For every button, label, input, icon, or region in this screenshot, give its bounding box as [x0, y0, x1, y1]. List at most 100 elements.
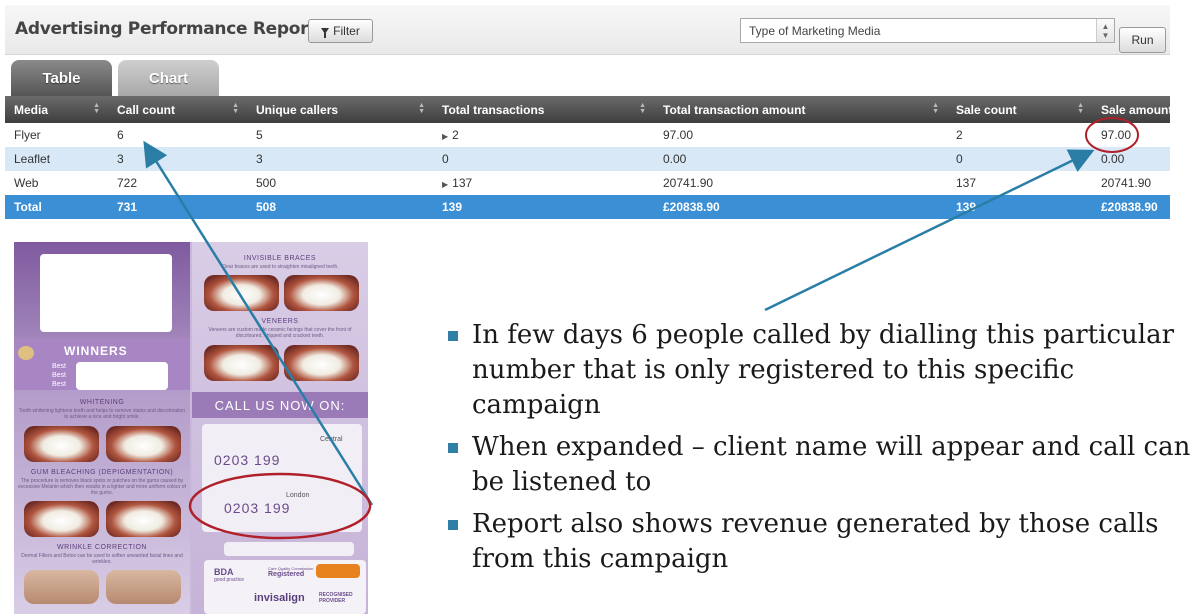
sort-icon: ▲ ▼ — [232, 102, 239, 115]
column-header-total-transaction-amount[interactable]: Total transaction amount ▲ ▼ — [654, 96, 947, 123]
tab-chart[interactable]: Chart — [118, 60, 219, 96]
table-row: Leaflet 3 3 0 0.00 0 0.00 — [5, 147, 1170, 171]
redacted-area — [224, 542, 354, 556]
column-header-unique-callers[interactable]: Unique callers ▲ ▼ — [247, 96, 433, 123]
report-table: Media ▲ ▼ Call count ▲ ▼ Unique callers ▲ ▼ To… — [5, 96, 1170, 219]
dropdown-arrow-icon[interactable]: ▲ ▼ — [1096, 19, 1114, 42]
filter-button-label: Filter — [333, 24, 360, 38]
gum-bleaching-text: The procedure is removes black spots or … — [18, 478, 186, 496]
bullet-square-icon — [448, 331, 458, 341]
location-label-london: London — [286, 492, 310, 499]
wrinkle-correction-label: WRINKLE CORRECTION — [57, 544, 147, 551]
teeth-photo-before — [204, 345, 279, 381]
cqc-logo: Care Quality Commission Registered — [268, 566, 314, 578]
cell-media: Leaflet — [5, 147, 108, 171]
note-bullet: In few days 6 people called by dialling … — [446, 318, 1191, 423]
cell-total-transaction-amount: 97.00 — [654, 123, 947, 147]
table-row: Web 722 500 ▶ 137 20741.90 137 20741.90 — [5, 171, 1170, 195]
report-toolbar: Advertising Performance Report Filter Ty… — [5, 5, 1170, 55]
invisible-braces-label: INVISIBLE BRACES — [243, 255, 317, 262]
cell-call-count-link[interactable]: 3 — [108, 147, 247, 171]
veneers-label: VENEERS — [261, 318, 299, 325]
notes-list: In few days 6 people called by dialling … — [446, 318, 1191, 584]
sort-icon: ▲ ▼ — [93, 102, 100, 115]
expand-arrow-icon[interactable]: ▶ — [442, 132, 448, 141]
marketing-media-select[interactable]: Type of Marketing Media ▲ ▼ — [740, 18, 1115, 43]
redacted-area — [76, 362, 168, 390]
cell-total-transactions: 139 — [433, 195, 654, 219]
teeth-photo-after — [106, 426, 181, 462]
teeth-photo-before — [24, 501, 99, 537]
sort-icon: ▲ ▼ — [639, 102, 646, 115]
table-row: Flyer 6 5 ▶ 2 97.00 2 97.00 — [5, 123, 1170, 147]
cell-sale-amount: 20741.90 — [1092, 171, 1170, 195]
cell-sale-amount: 97.00 — [1092, 123, 1170, 147]
cell-total-transactions[interactable]: ▶ 2 — [433, 123, 654, 147]
column-header-sale-amount[interactable]: Sale amount — [1092, 96, 1170, 123]
phone-number-london: 0203 199 — [224, 500, 291, 516]
column-header-call-count[interactable]: Call count ▲ ▼ — [108, 96, 247, 123]
cell-unique-callers: 5 — [247, 123, 433, 147]
cell-total-transactions[interactable]: ▶ 137 — [433, 171, 654, 195]
cell-sale-count: 0 — [947, 147, 1092, 171]
location-label-central: Central — [320, 436, 343, 443]
bullet-square-icon — [448, 520, 458, 530]
cell-media: Web — [5, 171, 108, 195]
cell-sale-count: 139 — [947, 195, 1092, 219]
table-header-row: Media ▲ ▼ Call count ▲ ▼ Unique callers ▲ ▼ To… — [5, 96, 1170, 123]
cell-sale-count: 137 — [947, 171, 1092, 195]
eyes-photo-before — [24, 570, 99, 604]
marketing-media-select-value: Type of Marketing Media — [749, 24, 881, 38]
phone-number-central: 0203 199 — [214, 452, 281, 468]
cell-unique-callers: 508 — [247, 195, 433, 219]
cell-total-transaction-amount: 20741.90 — [654, 171, 947, 195]
invisalign-logo: invisalign — [254, 592, 305, 604]
note-bullet: Report also shows revenue generated by t… — [446, 507, 1191, 577]
expand-arrow-icon[interactable]: ▶ — [442, 180, 448, 189]
cell-sale-amount: £20838.90 — [1092, 195, 1170, 219]
report-title: Advertising Performance Report — [15, 19, 317, 39]
cell-media: Flyer — [5, 123, 108, 147]
winners-subtext: Best Best Best — [52, 363, 67, 388]
gum-bleaching-label: GUM BLEACHING (DEPIGMENTATION) — [30, 469, 174, 476]
cell-call-count-link[interactable]: 722 — [108, 171, 247, 195]
tab-table[interactable]: Table — [11, 60, 112, 96]
bullet-square-icon — [448, 443, 458, 453]
redacted-area — [40, 254, 172, 332]
award-logo — [316, 564, 360, 578]
eyes-photo-after — [106, 570, 181, 604]
teeth-photo-after — [284, 275, 359, 311]
cell-sale-count: 2 — [947, 123, 1092, 147]
call-us-banner: CALL US NOW ON: — [192, 392, 368, 418]
award-badge-icon — [18, 346, 34, 360]
cell-media: Total — [5, 195, 108, 219]
cell-call-count-link[interactable]: 6 — [108, 123, 247, 147]
teeth-photo-before — [204, 275, 279, 311]
sort-icon: ▲ ▼ — [1077, 102, 1084, 115]
invisible-braces-text: Clear braces are used to straighten misa… — [221, 264, 339, 270]
wrinkle-correction-text: Dermal Fillers and Botox can be used to … — [21, 553, 183, 565]
report-panel: Advertising Performance Report Filter Ty… — [5, 5, 1170, 220]
note-bullet: When expanded – client name will appear … — [446, 430, 1191, 500]
cell-sale-amount: 0.00 — [1092, 147, 1170, 171]
cell-unique-callers: 3 — [247, 147, 433, 171]
recognised-provider-badge: RECOGNISED PROVIDER — [319, 592, 353, 604]
run-button[interactable]: Run — [1119, 27, 1166, 53]
filter-button[interactable]: Filter — [308, 19, 373, 43]
cell-total-transactions: 0 — [433, 147, 654, 171]
cell-call-count: 731 — [108, 195, 247, 219]
whitening-text: Tooth whitening lightens teeth and helps… — [18, 408, 186, 420]
sort-icon: ▲ ▼ — [932, 102, 939, 115]
teeth-photo-after — [284, 345, 359, 381]
cell-total-transaction-amount: £20838.90 — [654, 195, 947, 219]
whitening-label: WHITENING — [79, 399, 125, 406]
teeth-photo-after — [106, 501, 181, 537]
dental-flyer-image: WINNERS Best Best Best WHITENING Tooth whi… — [14, 242, 368, 614]
sort-icon: ▲ ▼ — [418, 102, 425, 115]
funnel-icon — [321, 28, 330, 38]
cell-unique-callers: 500 — [247, 171, 433, 195]
column-header-sale-count[interactable]: Sale count ▲ ▼ — [947, 96, 1092, 123]
column-header-total-transactions[interactable]: Total transactions ▲ ▼ — [433, 96, 654, 123]
column-header-media[interactable]: Media ▲ ▼ — [5, 96, 108, 123]
teeth-photo-before — [24, 426, 99, 462]
